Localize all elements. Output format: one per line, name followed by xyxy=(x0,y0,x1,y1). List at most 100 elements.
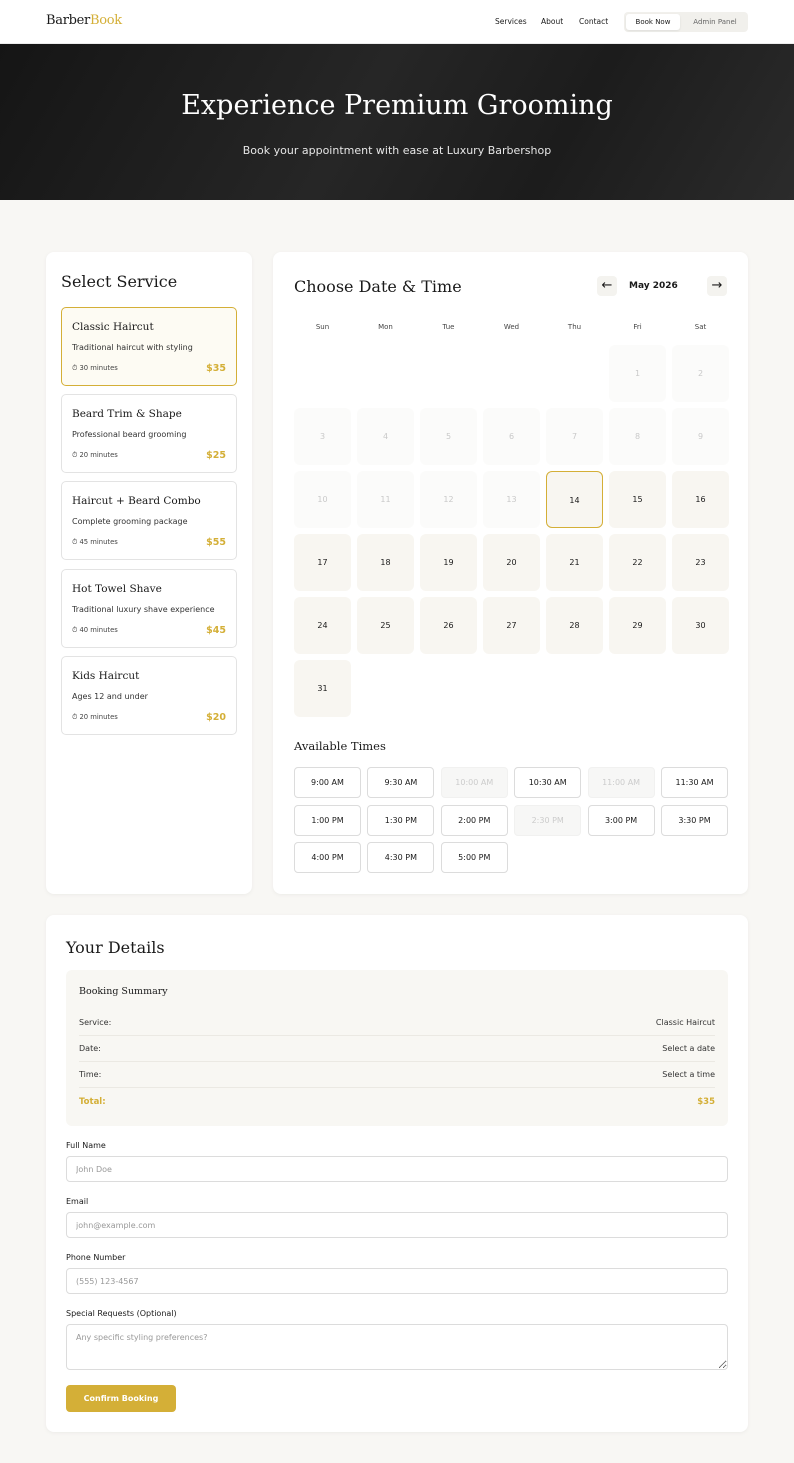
calendar-day[interactable]: 28 xyxy=(546,597,603,654)
summary-label: Time: xyxy=(79,1070,102,1079)
time-slot[interactable]: 3:30 PM xyxy=(661,804,728,836)
calendar-day[interactable]: 26 xyxy=(420,597,477,654)
prev-month-button[interactable]: ← xyxy=(597,276,617,296)
service-name: Classic Haircut xyxy=(72,321,154,333)
calendar-day: 3 xyxy=(294,408,351,465)
special-requests-textarea[interactable] xyxy=(66,1324,728,1370)
calendar-day[interactable]: 16 xyxy=(672,471,729,528)
calendar-title: Choose Date & Time xyxy=(294,277,462,296)
calendar-day: 1 xyxy=(609,345,666,402)
email-input[interactable] xyxy=(66,1212,728,1238)
summary-label: Service: xyxy=(79,1018,112,1027)
weekday-label: Sat xyxy=(694,323,707,331)
service-name: Kids Haircut xyxy=(72,669,140,682)
book-now-tab[interactable]: Book Now xyxy=(626,14,680,30)
summary-value: Select a time xyxy=(662,1070,715,1079)
phone-input[interactable] xyxy=(66,1268,728,1294)
service-card: Select Service Classic Haircut Traditiona… xyxy=(46,252,252,894)
clock-icon: ⏱ xyxy=(72,538,78,547)
clock-icon: ⏱ xyxy=(72,451,78,460)
total-value: $35 xyxy=(697,1097,715,1107)
calendar-day[interactable]: 30 xyxy=(672,597,729,654)
calendar-day[interactable]: 15 xyxy=(609,471,666,528)
weekday-label: Sun xyxy=(315,323,330,331)
logo-text-primary: Barber xyxy=(46,13,90,28)
service-option[interactable]: Kids Haircut Ages 12 and under ⏱ 20 minute… xyxy=(61,655,237,735)
calendar-day[interactable]: 22 xyxy=(609,534,666,591)
time-slot[interactable]: 5:00 PM xyxy=(440,842,508,873)
time-slot[interactable]: 3:00 PM xyxy=(587,804,655,836)
calendar-day[interactable]: 31 xyxy=(294,660,351,717)
current-month: May 2026 xyxy=(629,281,678,291)
service-duration: ⏱ 30 minutes xyxy=(72,364,118,373)
service-duration: ⏱ 40 minutes xyxy=(72,626,118,635)
calendar-day: 6 xyxy=(483,408,540,465)
logo[interactable]: BarberBook xyxy=(46,13,122,28)
calendar-day[interactable]: 27 xyxy=(483,597,540,654)
calendar-day: 13 xyxy=(483,471,540,528)
summary-value: Classic Haircut xyxy=(655,1018,715,1027)
hero-title: Experience Premium Grooming xyxy=(181,90,613,121)
time-slot[interactable]: 9:00 AM xyxy=(294,767,361,798)
service-option[interactable]: Hot Towel Shave Traditional luxury shave … xyxy=(61,568,237,648)
summary-row-time: Time: Select a time xyxy=(79,1062,715,1088)
calendar-day[interactable]: 17 xyxy=(294,534,351,591)
duration-text: 30 minutes xyxy=(79,364,118,372)
duration-text: 45 minutes xyxy=(79,538,118,547)
calendar-day[interactable]: 29 xyxy=(609,597,666,654)
calendar-day[interactable]: 23 xyxy=(672,534,729,591)
details-title: Your Details xyxy=(66,938,165,957)
time-slot[interactable]: 1:00 PM xyxy=(294,804,361,836)
time-slot[interactable]: 1:30 PM xyxy=(367,804,435,836)
nav-link-contact[interactable]: Contact xyxy=(579,17,608,26)
calendar-day[interactable]: 18 xyxy=(357,534,414,591)
email-label: Email xyxy=(66,1197,89,1206)
nav-link-about[interactable]: About xyxy=(541,17,563,26)
calendar-day: 12 xyxy=(420,471,477,528)
summary-row-date: Date: Select a date xyxy=(79,1036,715,1062)
full-name-input[interactable] xyxy=(66,1156,728,1182)
service-price: $55 xyxy=(206,537,226,549)
calendar-day[interactable]: 21 xyxy=(546,534,603,591)
service-option[interactable]: Haircut + Beard Combo Complete grooming p… xyxy=(61,481,237,561)
calendar-day[interactable]: 20 xyxy=(483,534,540,591)
calendar-day: 10 xyxy=(294,471,351,528)
service-description: Ages 12 and under xyxy=(72,691,148,701)
booking-summary: Booking Summary Service: Classic Haircut… xyxy=(66,970,728,1126)
time-slot[interactable]: 11:30 AM xyxy=(661,767,728,798)
time-slot[interactable]: 2:00 PM xyxy=(440,804,508,836)
service-price: $45 xyxy=(206,624,226,636)
total-label: Total: xyxy=(79,1097,106,1107)
service-option[interactable]: Classic Haircut Traditional haircut with … xyxy=(61,307,237,386)
full-name-label: Full Name xyxy=(66,1141,106,1150)
time-slot: 10:00 AM xyxy=(440,767,508,798)
calendar-card: Choose Date & Time ← May 2026 → Sun Mon Tu… xyxy=(273,252,748,894)
duration-text: 20 minutes xyxy=(79,451,118,460)
admin-panel-tab[interactable]: Admin Panel xyxy=(684,14,746,30)
service-option[interactable]: Beard Trim & Shape Professional beard gro… xyxy=(61,394,237,474)
summary-value: Select a date xyxy=(662,1044,715,1053)
time-slot[interactable]: 9:30 AM xyxy=(367,767,435,798)
calendar-day: 7 xyxy=(546,408,603,465)
calendar-day[interactable]: 25 xyxy=(357,597,414,654)
calendar-day[interactable]: 19 xyxy=(420,534,477,591)
time-slot[interactable]: 4:00 PM xyxy=(294,842,361,873)
hero-subtitle: Book your appointment with ease at Luxur… xyxy=(242,144,552,157)
service-price: $25 xyxy=(206,450,226,462)
nav-link-services[interactable]: Services xyxy=(495,17,527,26)
summary-row-total: Total: $35 xyxy=(79,1089,715,1115)
calendar-day[interactable]: 14 xyxy=(546,471,603,528)
calendar-day: 5 xyxy=(420,408,477,465)
summary-row-service: Service: Classic Haircut xyxy=(79,1010,715,1036)
next-month-button[interactable]: → xyxy=(707,276,727,296)
service-duration: ⏱ 20 minutes xyxy=(72,713,118,722)
service-description: Professional beard grooming xyxy=(72,430,187,440)
calendar-day: 8 xyxy=(609,408,666,465)
time-slot[interactable]: 4:30 PM xyxy=(367,842,435,873)
service-card-title: Select Service xyxy=(61,272,178,291)
calendar-day[interactable]: 24 xyxy=(294,597,351,654)
confirm-booking-button[interactable]: Confirm Booking xyxy=(66,1385,176,1412)
time-slot[interactable]: 10:30 AM xyxy=(514,767,582,798)
available-times-title: Available Times xyxy=(294,739,386,753)
clock-icon: ⏱ xyxy=(72,625,78,634)
